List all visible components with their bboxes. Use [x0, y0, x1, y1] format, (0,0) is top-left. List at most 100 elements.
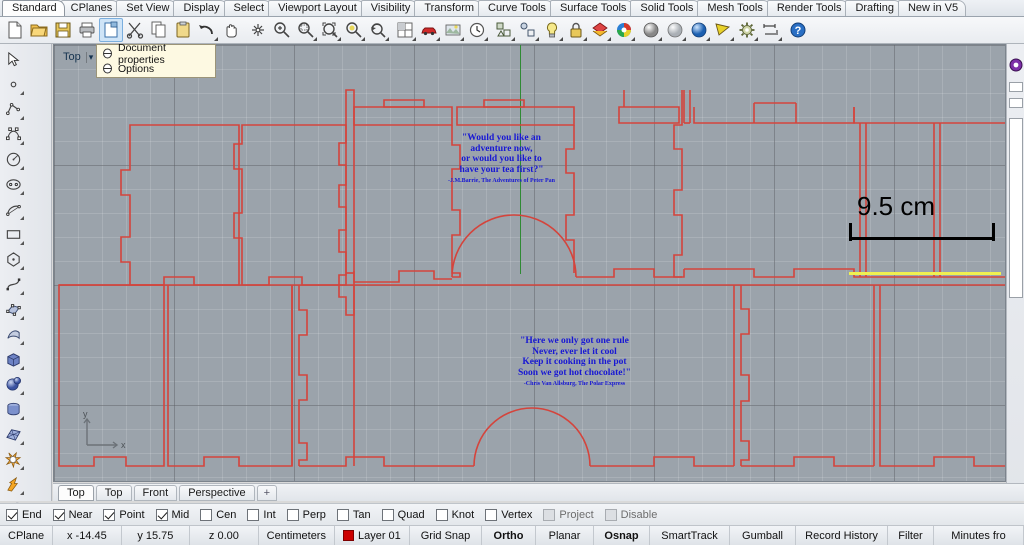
polygon-tool[interactable]	[0, 247, 26, 272]
right-side-panel[interactable]	[1006, 44, 1024, 501]
undo-button[interactable]	[195, 18, 219, 42]
checkbox-mid[interactable]	[155, 508, 168, 521]
checkbox-int[interactable]	[247, 508, 260, 521]
viewport-context-menu[interactable]: Document properties Options	[96, 42, 216, 78]
menu-tab-render-tools[interactable]: Render Tools	[766, 0, 850, 16]
menu-tab-set-view[interactable]: Set View	[116, 0, 178, 16]
flyout-corner-icon[interactable]	[20, 391, 24, 395]
osnap-cen[interactable]: Cen	[200, 508, 236, 521]
flyout-corner-icon[interactable]	[20, 291, 24, 295]
checkbox-knot[interactable]	[435, 508, 448, 521]
circle-tool[interactable]	[0, 147, 26, 172]
loft-tool[interactable]	[0, 322, 26, 347]
copy-button[interactable]	[147, 18, 171, 42]
color-button[interactable]	[612, 18, 636, 42]
flyout-corner-icon[interactable]	[20, 441, 24, 445]
osnap-point[interactable]: Point	[103, 508, 145, 521]
osnap-vertex[interactable]: Vertex	[485, 508, 532, 521]
osnap-end[interactable]: End	[6, 508, 42, 521]
status-toggle-filter[interactable]: Filter	[888, 526, 935, 545]
save-button[interactable]	[51, 18, 75, 42]
flyout-corner-icon[interactable]	[20, 141, 24, 145]
chevron-down-icon[interactable]: ▾	[85, 51, 96, 63]
polyline-tool[interactable]	[0, 97, 26, 122]
status-toggle-gumball[interactable]: Gumball	[730, 526, 797, 545]
menu-tab-solid-tools[interactable]: Solid Tools	[630, 0, 702, 16]
cut-button[interactable]	[123, 18, 147, 42]
flyout-corner-icon[interactable]	[313, 37, 317, 41]
checkbox-quad[interactable]	[381, 508, 394, 521]
panel-field-2[interactable]	[1009, 98, 1023, 108]
ghosted-view-button[interactable]	[663, 18, 687, 42]
arc-tool[interactable]	[0, 197, 26, 222]
flyout-corner-icon[interactable]	[460, 37, 464, 41]
freeform-curve-tool[interactable]	[0, 272, 26, 297]
status-toggle-planar[interactable]: Planar	[536, 526, 595, 545]
menu-tab-surface-tools[interactable]: Surface Tools	[549, 0, 635, 16]
osnap-near[interactable]: Near	[52, 508, 92, 521]
viewport-title[interactable]: Top ▾	[60, 50, 95, 64]
pan-button[interactable]	[219, 18, 243, 42]
osnap-project[interactable]: Project	[543, 508, 594, 521]
status-toggle-minutes-fro[interactable]: Minutes fro	[934, 526, 1024, 545]
status-toggle-ortho[interactable]: Ortho	[482, 526, 537, 545]
checkbox-cen[interactable]	[200, 508, 213, 521]
sphere-tool[interactable]	[0, 372, 26, 397]
zoom-in-button[interactable]	[270, 18, 294, 42]
flyout-corner-icon[interactable]	[559, 37, 563, 41]
osnap-mid[interactable]: Mid	[155, 508, 189, 521]
flyout-corner-icon[interactable]	[20, 466, 24, 470]
render-preview-button[interactable]	[417, 18, 441, 42]
rotate-view-button[interactable]	[246, 18, 270, 42]
zoom-extents-button[interactable]	[318, 18, 342, 42]
viewport-tab-front-2[interactable]: Front	[133, 484, 178, 501]
peter-pan-quote[interactable]: "Would you like an adventure now, or would…	[448, 133, 555, 184]
osnap-int[interactable]: Int	[247, 508, 276, 521]
flyout-corner-icon[interactable]	[535, 37, 539, 41]
flyout-corner-icon[interactable]	[754, 37, 758, 41]
render-button[interactable]	[441, 18, 465, 42]
menu-tab-standard[interactable]: Standard	[2, 0, 65, 16]
layer-color-swatch[interactable]	[342, 530, 354, 541]
point-tool[interactable]	[0, 72, 26, 97]
layer-indicator[interactable]: Layer 01	[335, 526, 411, 545]
explode-tool[interactable]	[0, 472, 26, 497]
flyout-corner-icon[interactable]	[385, 37, 389, 41]
checkbox-tan[interactable]	[336, 508, 349, 521]
rectangle-tool[interactable]	[0, 222, 26, 247]
flyout-corner-icon[interactable]	[337, 37, 341, 41]
box-panel-geometry[interactable]	[54, 45, 1006, 482]
panel-list[interactable]	[1009, 118, 1023, 298]
add-viewport-button[interactable]: +	[256, 484, 278, 501]
menu-tab-curve-tools[interactable]: Curve Tools	[478, 0, 554, 16]
checkbox-point[interactable]	[103, 508, 116, 521]
status-toggle-grid-snap[interactable]: Grid Snap	[410, 526, 483, 545]
color-wheel-icon[interactable]	[1009, 58, 1023, 72]
status-toggle-smarttrack[interactable]: SmartTrack	[650, 526, 731, 545]
menu-tab-display[interactable]: Display	[173, 0, 228, 16]
flyout-corner-icon[interactable]	[631, 37, 635, 41]
flyout-corner-icon[interactable]	[361, 37, 365, 41]
flyout-corner-icon[interactable]	[20, 341, 24, 345]
menu-tab-cplanes[interactable]: CPlanes	[60, 0, 121, 16]
osnap-tan[interactable]: Tan	[336, 508, 371, 521]
select-objects-button[interactable]	[492, 18, 516, 42]
menu-tab-transform[interactable]: Transform	[414, 0, 483, 16]
viewport-tab-top-1[interactable]: Top	[95, 484, 132, 501]
checkbox-perp[interactable]	[286, 508, 299, 521]
flyout-corner-icon[interactable]	[706, 37, 710, 41]
checkbox-disable[interactable]	[604, 508, 617, 521]
menu-tab-select[interactable]: Select	[223, 0, 273, 16]
flyout-corner-icon[interactable]	[511, 37, 515, 41]
menu-tab-viewport-layout[interactable]: Viewport Layout	[268, 0, 365, 16]
viewport-name-label[interactable]: Top	[60, 50, 84, 64]
flyout-corner-icon[interactable]	[20, 91, 24, 95]
flyout-corner-icon[interactable]	[730, 37, 734, 41]
flyout-corner-icon[interactable]	[20, 266, 24, 270]
status-toggle-record-history[interactable]: Record History	[796, 526, 889, 545]
help-button[interactable]: ?	[786, 18, 810, 42]
flyout-corner-icon[interactable]	[412, 37, 416, 41]
flyout-corner-icon[interactable]	[778, 37, 782, 41]
top-viewport[interactable]: Top ▾ x y 9.5 cm	[53, 44, 1006, 482]
dimension-button[interactable]	[759, 18, 783, 42]
